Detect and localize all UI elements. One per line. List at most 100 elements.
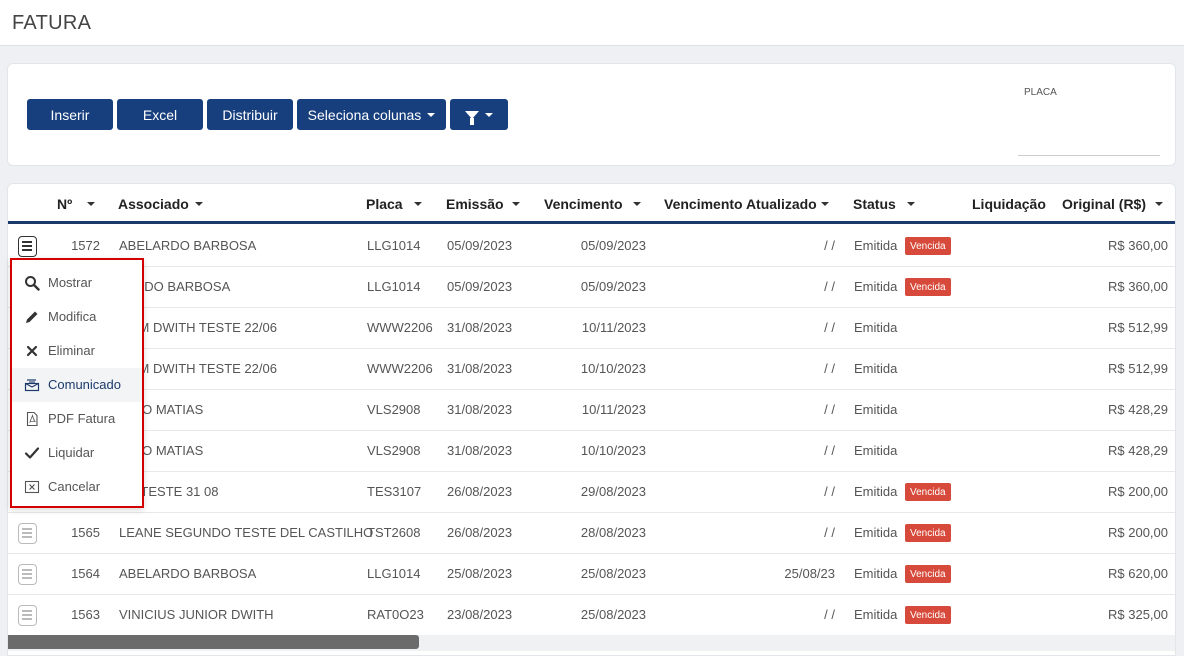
cell-associado: ABELARDO BARBOSA — [119, 238, 257, 253]
scrollbar-thumb[interactable] — [8, 635, 419, 649]
status-badge: Vencida — [905, 606, 951, 624]
cell-placa: WWW2206 — [367, 361, 433, 376]
table-row[interactable]: LIAM DWITH TESTE 22/06 WWW2206 31/08/2023 1… — [8, 308, 1175, 349]
sort-caret-icon[interactable] — [195, 202, 203, 206]
cell-numero: 1565 — [71, 525, 100, 540]
page-header: FATURA — [0, 0, 1184, 46]
cell-associado: ABELARDO BARBOSA — [119, 566, 257, 581]
header-emissao[interactable]: Emissão — [446, 196, 504, 212]
cell-placa: LLG1014 — [367, 279, 421, 294]
filter-button[interactable] — [450, 99, 508, 130]
cell-vencimento: 29/08/2023 — [580, 484, 646, 499]
header-liquidacao[interactable]: Liquidação — [972, 196, 1046, 212]
menu-item-mostrar[interactable]: Mostrar — [12, 266, 142, 300]
sort-caret-icon[interactable] — [633, 202, 641, 206]
cell-placa: TST2608 — [367, 525, 421, 540]
menu-item-label: Mostrar — [48, 275, 93, 290]
cell-original: R$ 200,00 — [1108, 484, 1168, 499]
sort-caret-icon[interactable] — [87, 202, 95, 206]
communication-icon — [24, 377, 40, 393]
cell-numero: 1572 — [71, 238, 100, 253]
cell-original: R$ 620,00 — [1108, 566, 1168, 581]
status-badge: Vencida — [905, 483, 951, 501]
menu-item-comunicado[interactable]: Comunicado — [12, 368, 142, 402]
table-row[interactable]: ONIO MATIAS VLS2908 31/08/2023 10/11/2023/ … — [8, 390, 1175, 431]
cell-associado: LEANE SEGUNDO TESTE DEL CASTILHO — [119, 525, 374, 540]
cell-vencimento-atualizado: / / — [824, 238, 835, 253]
menu-item-modifica[interactable]: Modifica — [12, 300, 142, 334]
sort-caret-icon[interactable] — [907, 202, 915, 206]
cell-vencimento: 10/11/2023 — [581, 402, 646, 417]
cell-emissao: 23/08/2023 — [447, 607, 513, 622]
table-row[interactable]: LIAM DWITH TESTE 22/06 WWW2206 31/08/2023 1… — [8, 349, 1175, 390]
cancel-box-icon — [24, 479, 40, 495]
select-columns-button[interactable]: Seleciona colunas — [297, 99, 446, 130]
toolbar-card: Inserir Excel Distribuir Seleciona colun… — [7, 63, 1176, 166]
menu-item-cancelar[interactable]: Cancelar — [12, 470, 142, 504]
cell-original: R$ 360,00 — [1108, 238, 1168, 253]
menu-item-liquidar[interactable]: Liquidar — [12, 436, 142, 470]
menu-item-label: Cancelar — [48, 479, 101, 494]
check-icon — [24, 445, 40, 461]
header-vencimento-atualizado[interactable]: Vencimento Atualizado — [664, 196, 817, 212]
cell-vencimento: 05/09/2023 — [580, 279, 646, 294]
cell-emissao: 05/09/2023 — [447, 238, 513, 253]
row-menu-icon[interactable] — [18, 523, 37, 544]
header-placa[interactable]: Placa — [366, 196, 403, 212]
placa-input[interactable] — [1018, 102, 1160, 156]
status-badge: Vencida — [905, 524, 951, 542]
cell-associado: VINICIUS JUNIOR DWITH — [119, 607, 274, 622]
table-row[interactable]: 1572 ABELARDO BARBOSA LLG1014 05/09/2023 05/… — [8, 226, 1175, 267]
row-menu-icon[interactable] — [18, 564, 37, 585]
sort-caret-icon[interactable] — [414, 202, 422, 206]
menu-item-label: Comunicado — [48, 377, 121, 392]
distribute-button[interactable]: Distribuir — [207, 99, 293, 130]
menu-item-pdf-fatura[interactable]: PDF Fatura — [12, 402, 142, 436]
table-row[interactable]: 1563 VINICIUS JUNIOR DWITH RAT0O23 23/08/20… — [8, 595, 1175, 636]
table-row[interactable]: 1565 LEANE SEGUNDO TESTE DEL CASTILHO TST2… — [8, 513, 1175, 554]
cell-vencimento: 10/10/2023 — [580, 361, 646, 376]
table-row[interactable]: NE TESTE 31 08 TES3107 26/08/2023 29/08/202… — [8, 472, 1175, 513]
header-status[interactable]: Status — [853, 196, 896, 212]
cell-emissao: 31/08/2023 — [447, 320, 513, 335]
sort-caret-icon[interactable] — [821, 202, 829, 206]
header-original[interactable]: Original (R$) — [1062, 196, 1146, 212]
insert-button[interactable]: Inserir — [27, 99, 113, 130]
cell-emissao: 31/08/2023 — [447, 402, 513, 417]
cell-status: Emitida — [854, 320, 898, 335]
table-row[interactable]: ONIO MATIAS VLS2908 31/08/2023 10/10/2023/ … — [8, 431, 1175, 472]
row-menu-icon[interactable] — [18, 236, 37, 257]
cell-status: Emitida — [854, 279, 898, 294]
sort-caret-icon[interactable] — [512, 202, 520, 206]
page-title: FATURA — [12, 12, 92, 34]
header-numero[interactable]: Nº — [57, 196, 72, 212]
sort-caret-icon[interactable] — [1155, 202, 1163, 206]
cell-vencimento-atualizado: / / — [824, 402, 835, 417]
table-row[interactable]: 1564 ABELARDO BARBOSA LLG1014 25/08/2023 25/… — [8, 554, 1175, 595]
cell-placa: VLS2908 — [367, 402, 421, 417]
header-vencimento[interactable]: Vencimento — [544, 196, 623, 212]
header-associado[interactable]: Associado — [118, 196, 189, 212]
row-context-menu: Mostrar Modifica Eliminar Comunicado PDF Fat… — [10, 258, 144, 508]
cell-status: Emitida — [854, 607, 898, 622]
row-menu-icon[interactable] — [18, 605, 37, 626]
cell-vencimento-atualizado: / / — [824, 320, 835, 335]
cell-emissao: 26/08/2023 — [447, 525, 513, 540]
cell-vencimento-atualizado: / / — [824, 484, 835, 499]
cell-vencimento: 25/08/2023 — [580, 607, 646, 622]
cell-original: R$ 360,00 — [1108, 279, 1168, 294]
cell-status: Emitida — [854, 238, 898, 253]
cell-vencimento: 28/08/2023 — [580, 525, 646, 540]
horizontal-scrollbar[interactable] — [8, 635, 1175, 651]
menu-item-eliminar[interactable]: Eliminar — [12, 334, 142, 368]
cell-original: R$ 200,00 — [1108, 525, 1168, 540]
cell-status: Emitida — [854, 484, 898, 499]
cell-status: Emitida — [854, 525, 898, 540]
table-row[interactable]: LARDO BARBOSA LLG1014 05/09/2023 05/09/2023… — [8, 267, 1175, 308]
cell-status: Emitida — [854, 566, 898, 581]
status-badge: Vencida — [905, 565, 951, 583]
excel-button[interactable]: Excel — [117, 99, 203, 130]
search-icon — [24, 275, 40, 291]
cell-placa: TES3107 — [367, 484, 422, 499]
cell-vencimento-atualizado: / / — [824, 361, 835, 376]
